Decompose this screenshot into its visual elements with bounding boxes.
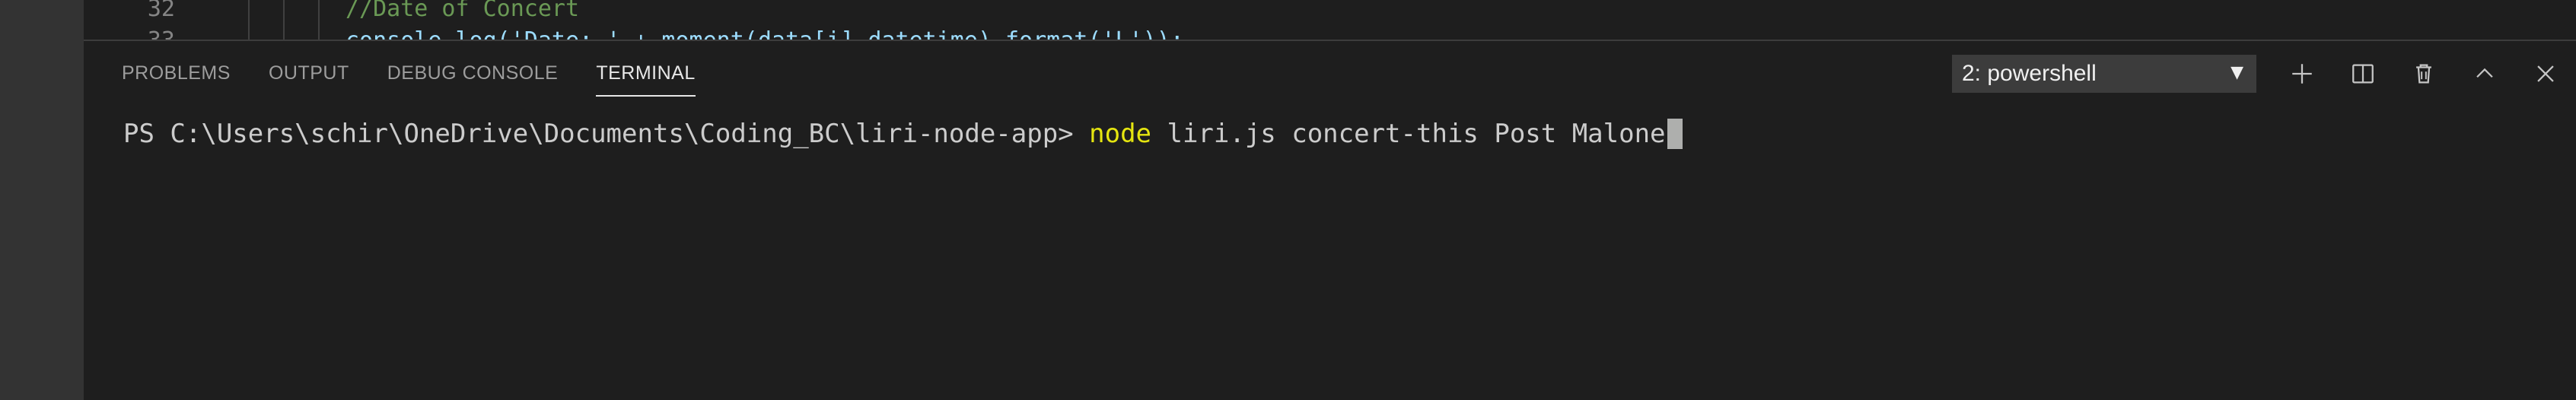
editor-area[interactable]: 32 33 //Date of Concert console.log('Dat…: [84, 0, 2576, 40]
tab-terminal[interactable]: TERMINAL: [596, 62, 696, 97]
close-icon: [2537, 65, 2554, 82]
plus-icon: [2292, 64, 2312, 84]
indent-guide: [248, 0, 250, 40]
line-number: 32: [147, 0, 175, 22]
dropdown-arrow-icon: ▼: [2231, 63, 2243, 82]
panel-tabs: PROBLEMS OUTPUT DEBUG CONSOLE TERMINAL: [122, 62, 696, 97]
tab-debug-console[interactable]: DEBUG CONSOLE: [387, 62, 559, 97]
code-comment: //Date of Concert: [345, 0, 580, 22]
maximize-panel-button[interactable]: [2466, 55, 2504, 93]
line-gutter: 32 33: [84, 0, 198, 40]
terminal-cursor: [1667, 119, 1683, 149]
terminal-select-value: 2: powershell: [1962, 61, 2097, 86]
terminal-prompt: PS C:\Users\schir\OneDrive\Documents\Cod…: [123, 119, 1090, 149]
vscode-window: 32 33 //Date of Concert console.log('Dat…: [0, 0, 2576, 400]
terminal-command: node: [1089, 119, 1152, 149]
kill-terminal-button[interactable]: [2405, 55, 2443, 93]
trash-icon: [2416, 64, 2431, 84]
code-line: console.log('Date: ' + moment(data[i].da…: [345, 27, 1184, 40]
tab-output[interactable]: OUTPUT: [269, 62, 349, 97]
indent-guide: [318, 0, 320, 40]
activity-bar: [0, 0, 84, 400]
terminal-output[interactable]: PS C:\Users\schir\OneDrive\Documents\Cod…: [123, 119, 1683, 149]
close-panel-button[interactable]: [2527, 55, 2565, 93]
split-terminal-button[interactable]: [2344, 55, 2382, 93]
chevron-up-icon: [2476, 68, 2493, 78]
line-number: 33: [148, 27, 175, 40]
terminal-args: liri.js concert-this Post Malone: [1151, 119, 1666, 149]
split-icon: [2352, 64, 2374, 84]
new-terminal-button[interactable]: [2283, 55, 2321, 93]
indent-guide: [283, 0, 285, 40]
tab-problems[interactable]: PROBLEMS: [122, 62, 231, 97]
panel-actions: [2283, 55, 2565, 93]
bottom-panel: PROBLEMS OUTPUT DEBUG CONSOLE TERMINAL 2…: [84, 40, 2576, 400]
terminal-select[interactable]: 2: powershell ▼: [1952, 55, 2256, 93]
